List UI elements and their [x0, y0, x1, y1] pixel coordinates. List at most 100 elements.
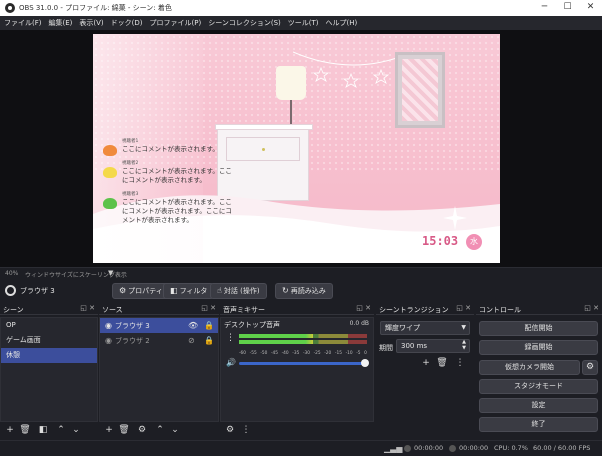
start-streaming-button[interactable]: 配信開始 — [479, 321, 598, 336]
interact-button[interactable]: ☝ 対話 (操作) — [210, 283, 267, 299]
comment-list: 視聴者1 ここにコメントが表示されます。 視聴者2 ここにコメントが表示されます… — [103, 138, 233, 231]
controls-dock: コントロール ◱ ✕ 配信開始 録画開始 仮想カメラ開始 ⚙ スタジオモード 設… — [476, 303, 602, 439]
dock-float-close-icon[interactable]: ◱ ✕ — [201, 304, 216, 312]
add-icon[interactable]: + — [420, 357, 432, 369]
scene-item[interactable]: ゲーム画面 — [1, 333, 97, 348]
properties-button[interactable]: ⚙ プロパティ — [112, 283, 170, 299]
dock-footer: ⚙ ⋮ — [220, 423, 374, 437]
studio-mode-button[interactable]: スタジオモード — [479, 379, 598, 394]
meter-tick: -55 — [249, 351, 257, 356]
gear-icon[interactable]: ⚙ — [136, 424, 148, 436]
preview-area[interactable]: 視聴者1 ここにコメントが表示されます。 視聴者2 ここにコメントが表示されます… — [0, 30, 602, 267]
more-options-icon[interactable]: ⋮ — [226, 333, 235, 343]
menu-profile[interactable]: プロファイル(P) — [146, 16, 205, 30]
exit-button[interactable]: 終了 — [479, 417, 598, 432]
menu-help[interactable]: ヘルプ(H) — [322, 16, 361, 30]
comment-text: ここにコメントが表示されます。 — [122, 145, 219, 153]
scale-dropdown-icon[interactable]: ▼ — [108, 269, 113, 277]
trash-icon[interactable]: 🗑 — [118, 424, 130, 436]
dock-float-close-icon[interactable]: ◱ ✕ — [356, 304, 371, 312]
meter-tick: -20 — [324, 351, 332, 356]
menu-tools[interactable]: ツール(T) — [284, 16, 322, 30]
lock-icon[interactable]: 🔒 — [204, 333, 214, 348]
signal-bars-icon: ▁▃▅ — [384, 444, 403, 453]
sources-title: ソース — [102, 306, 123, 314]
properties-label: プロパティ — [128, 287, 163, 295]
virtual-camera-settings-button[interactable]: ⚙ — [582, 360, 598, 375]
preview-scale-bar: 40% ウィンドウサイズにスケーリング表示 ▼ — [0, 267, 602, 279]
speaker-icon[interactable]: 🔊 — [226, 358, 236, 367]
filter-icon[interactable]: ◧ — [37, 424, 49, 436]
add-icon[interactable]: + — [4, 424, 16, 436]
start-recording-button[interactable]: 録画開始 — [479, 340, 598, 355]
clock-day: 水 — [466, 234, 482, 250]
lock-icon[interactable]: 🔒 — [204, 318, 214, 333]
scene-item[interactable]: OP — [1, 318, 97, 333]
eye-hidden-icon[interactable]: ⊘ — [188, 333, 195, 348]
comment-user: 視聴者1 — [122, 139, 139, 144]
add-icon[interactable]: + — [103, 424, 115, 436]
minimize-button[interactable]: ─ — [533, 0, 556, 16]
transitions-title: シーントランジション — [379, 306, 449, 314]
menu-view[interactable]: 表示(V) — [75, 16, 106, 30]
frog-avatar-icon — [103, 167, 117, 178]
dock-header: コントロール ◱ ✕ — [476, 303, 602, 315]
volume-slider[interactable] — [239, 362, 365, 365]
menu-file[interactable]: ファイル(F) — [0, 16, 45, 30]
menu-scene-collection[interactable]: シーンコレクション(S) — [204, 16, 284, 30]
clock-widget: 15:03 水 — [416, 232, 486, 252]
drawer-knob — [262, 148, 265, 151]
audio-mixer-dock: 音声ミキサー ◱ ✕ デスクトップ音声 0.0 dB ⋮ -60 -55 -50… — [220, 303, 374, 439]
browser-source-icon — [5, 285, 16, 296]
maximize-button[interactable]: ☐ — [556, 0, 579, 16]
meter-ticks: -60 -55 -50 -45 -40 -35 -30 -25 -20 -15 … — [239, 351, 367, 356]
trash-icon[interactable]: 🗑 — [19, 424, 31, 436]
move-up-icon[interactable]: ⌃ — [154, 424, 166, 436]
interact-label: 対話 (操作) — [223, 287, 260, 295]
dock-float-close-icon[interactable]: ◱ ✕ — [456, 304, 471, 312]
menu-docks[interactable]: ドック(D) — [107, 16, 146, 30]
scene-item[interactable]: 休憩 — [1, 348, 97, 363]
trash-icon[interactable]: 🗑 — [436, 357, 448, 369]
scene-preview[interactable]: 視聴者1 ここにコメントが表示されます。 視聴者2 ここにコメントが表示されます… — [93, 34, 500, 263]
transition-select[interactable]: 輝度ワイプ ▼ — [380, 321, 470, 335]
lamp-shade — [276, 66, 306, 100]
move-up-icon[interactable]: ⌃ — [55, 424, 67, 436]
settings-button[interactable]: 設定 — [479, 398, 598, 413]
frog-avatar-icon — [103, 198, 117, 209]
move-down-icon[interactable]: ⌄ — [70, 424, 82, 436]
refresh-button[interactable]: ↻ 再読み込み — [275, 283, 333, 299]
sparkle-icon — [443, 206, 467, 230]
close-button[interactable]: ✕ — [579, 0, 602, 16]
meter-fill — [239, 340, 314, 344]
meter-tick: -30 — [302, 351, 310, 356]
volume-slider-knob[interactable] — [361, 359, 369, 367]
duration-label: 期間 — [379, 344, 393, 352]
spin-arrows-icon[interactable]: ▲ ▼ — [462, 339, 466, 351]
filters-button[interactable]: ◧ フィルタ — [163, 283, 215, 299]
duration-spinbox[interactable]: 300 ms ▲ ▼ — [396, 339, 470, 353]
mixer-settings-icon[interactable]: ⚙ — [224, 424, 236, 436]
more-options-icon[interactable]: ⋮ — [240, 424, 252, 436]
level-meter-left — [239, 334, 367, 338]
mixer-title: 音声ミキサー — [223, 306, 265, 314]
meter-tick: -25 — [313, 351, 321, 356]
mixer-track: デスクトップ音声 0.0 dB ⋮ -60 -55 -50 -45 -40 -3… — [220, 317, 374, 422]
chevron-down-icon: ▼ — [461, 324, 466, 331]
dock-footer: + 🗑 ◧ ⌃ ⌄ — [0, 423, 98, 437]
dock-header: シーントランジション ◱ ✕ — [376, 303, 474, 315]
more-options-icon[interactable]: ⋮ — [454, 357, 466, 369]
obs-logo-icon — [5, 3, 15, 13]
transition-value: 輝度ワイプ — [385, 324, 420, 332]
scenes-dock: シーン ◱ ✕ OP ゲーム画面 休憩 + 🗑 ◧ ⌃ ⌄ — [0, 303, 98, 439]
source-item[interactable]: ◉ ブラウザ 3 👁 🔒 — [100, 318, 218, 333]
source-item[interactable]: ◉ ブラウザ 2 ⊘ 🔒 — [100, 333, 218, 348]
start-virtual-camera-button[interactable]: 仮想カメラ開始 — [479, 360, 580, 375]
meter-tick: -60 — [239, 351, 247, 356]
dock-float-close-icon[interactable]: ◱ ✕ — [584, 304, 599, 312]
dock-float-close-icon[interactable]: ◱ ✕ — [80, 304, 95, 312]
menu-edit[interactable]: 編集(E) — [45, 16, 76, 30]
meter-tick: -45 — [270, 351, 278, 356]
eye-icon[interactable]: 👁 — [188, 318, 198, 333]
move-down-icon[interactable]: ⌄ — [169, 424, 181, 436]
